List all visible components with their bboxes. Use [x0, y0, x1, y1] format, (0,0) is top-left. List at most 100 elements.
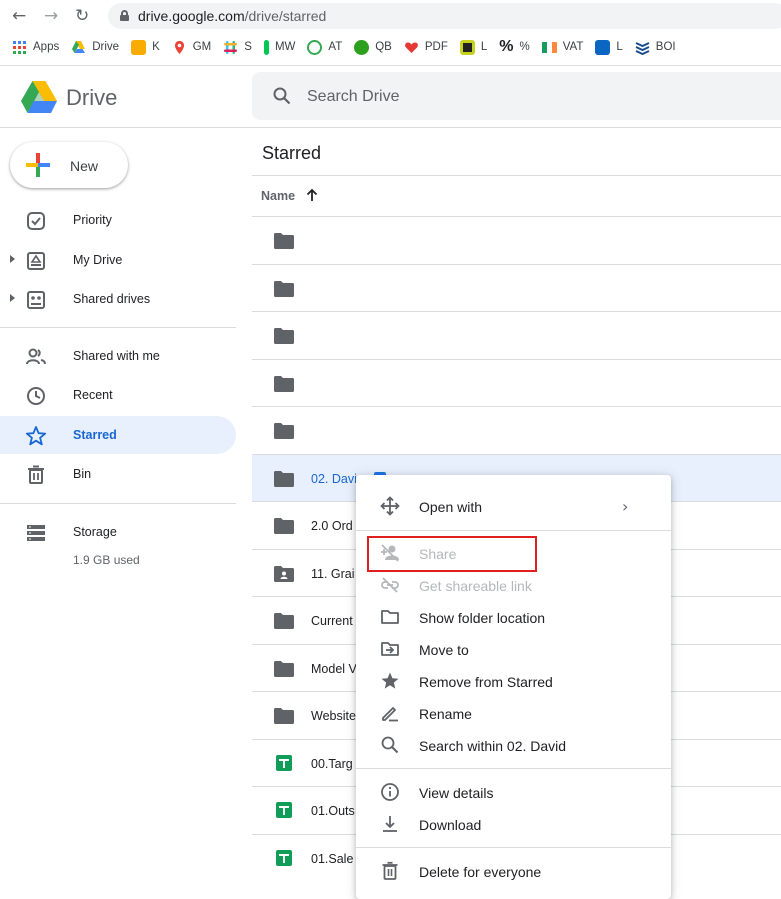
file-row[interactable] — [252, 407, 781, 454]
bookmark-label: PDF — [424, 41, 448, 53]
menu-item-delete-for-everyone[interactable]: Delete for everyone — [356, 855, 671, 887]
bookmark-percent[interactable]: %% — [499, 38, 529, 56]
sidebar-item-label: My Drive — [73, 253, 123, 267]
file-name: 01.Outs — [311, 804, 355, 818]
divider — [0, 503, 236, 504]
folder-icon — [274, 660, 294, 677]
bookmark-l[interactable]: L — [459, 39, 487, 55]
back-arrow-icon[interactable]: ← — [12, 6, 26, 26]
sidebar-item-label: Bin — [73, 467, 92, 481]
storage-icon — [27, 525, 45, 541]
menu-item-rename[interactable]: Rename — [356, 697, 671, 729]
file-row[interactable] — [252, 360, 781, 407]
menu-item-label: Search within 02. David — [419, 738, 567, 754]
bookmark-drive[interactable]: Drive — [71, 40, 119, 55]
menu-item-label: View details — [419, 785, 494, 801]
search-icon[interactable] — [272, 86, 292, 106]
file-row[interactable] — [252, 265, 781, 312]
chevron-right-icon: › — [622, 497, 629, 516]
folder-icon — [274, 375, 294, 392]
sidebar-item-storage[interactable]: Storage — [0, 513, 236, 551]
bookmark-k[interactable]: K — [131, 39, 160, 55]
expand-arrow-icon[interactable] — [10, 255, 15, 263]
bookmark-s[interactable]: S — [223, 40, 252, 55]
bookmark-label: GM — [192, 41, 212, 53]
my-drive-icon — [27, 252, 45, 270]
plus-icon — [26, 153, 50, 177]
folder-icon — [274, 328, 294, 344]
folder-icon — [274, 423, 294, 439]
drive-favicon-icon — [72, 40, 86, 53]
menu-item-search-within[interactable]: Search within 02. David — [356, 729, 671, 761]
menu-item-label: Get shareable link — [419, 578, 532, 594]
percent-favicon-icon: % — [499, 38, 514, 55]
expand-arrow-icon[interactable] — [10, 294, 15, 302]
sidebar-item-shared-with-me[interactable]: Shared with me — [0, 337, 236, 375]
forward-arrow-icon[interactable]: → — [44, 6, 58, 26]
divider — [252, 175, 781, 176]
new-button[interactable]: New — [10, 142, 128, 188]
file-name: 2.0 Ord — [311, 519, 353, 533]
sidebar-item-recent[interactable]: Recent — [0, 376, 236, 414]
menu-item-get-link[interactable]: Get shareable link — [356, 569, 671, 601]
bookmark-label: VAT — [562, 41, 584, 53]
folder-icon — [274, 280, 294, 297]
menu-item-open-with[interactable]: Open with › — [356, 490, 671, 522]
bookmark-boi[interactable]: BOI — [635, 40, 676, 55]
bookmark-label: S — [244, 41, 252, 53]
heart-favicon-icon — [404, 41, 418, 53]
menu-item-show-folder-location[interactable]: Show folder location — [356, 601, 671, 633]
sidebar-item-priority[interactable]: Priority — [0, 201, 236, 239]
menu-item-download[interactable]: Download — [356, 808, 671, 840]
shared-drives-icon — [27, 291, 45, 309]
menu-item-move-to[interactable]: Move to — [356, 633, 671, 665]
menu-item-label: Delete for everyone — [419, 864, 542, 880]
bookmark-at[interactable]: AT — [307, 39, 343, 55]
sidebar-item-bin[interactable]: Bin — [0, 455, 236, 493]
sort-ascending-icon[interactable] — [305, 188, 319, 202]
folder-icon — [274, 613, 294, 629]
bookmark-qb[interactable]: QB — [354, 39, 392, 55]
sidebar-item-label: Priority — [73, 213, 112, 227]
reload-icon[interactable]: ↻ — [75, 6, 89, 26]
search-icon — [381, 736, 399, 754]
file-row[interactable] — [252, 217, 781, 264]
column-header-name[interactable]: Name — [261, 189, 295, 203]
file-name: Website — [311, 709, 356, 723]
bookmark-linkedin[interactable]: L — [595, 39, 623, 55]
file-row[interactable] — [252, 312, 781, 359]
file-name: 01.Sale — [311, 851, 354, 866]
bookmarks-bar: Apps Drive K GM S MW AT QB PDF L %% VAT … — [0, 34, 781, 60]
folder-icon — [274, 470, 294, 487]
clock-icon — [27, 387, 45, 405]
share-highlight-annotation — [367, 536, 537, 572]
bookmark-label: K — [152, 41, 160, 53]
bin-icon — [28, 465, 44, 484]
bookmark-apps[interactable]: Apps — [12, 40, 59, 55]
shared-with-me-icon — [26, 348, 46, 365]
url-text: drive.google.com/drive/starred — [138, 8, 327, 24]
info-icon — [381, 783, 399, 801]
pencil-icon — [382, 707, 398, 722]
address-bar[interactable]: drive.google.com/drive/starred — [108, 3, 781, 29]
menu-item-label: Show folder location — [419, 610, 546, 626]
menu-item-view-details[interactable]: View details — [356, 776, 671, 808]
bookmark-gm[interactable]: GM — [172, 40, 212, 55]
sidebar-item-shared-drives[interactable]: Shared drives — [0, 280, 236, 318]
sheets-icon — [276, 802, 296, 818]
bookmark-pdf[interactable]: PDF — [404, 40, 448, 55]
sidebar-item-starred[interactable]: Starred — [0, 416, 236, 454]
menu-item-remove-from-starred[interactable]: Remove from Starred — [356, 665, 671, 697]
sidebar-item-label: Recent — [73, 388, 113, 402]
menu-item-label: Open with — [419, 499, 483, 515]
bookmark-mw[interactable]: MW — [263, 39, 295, 55]
sidebar-item-my-drive[interactable]: My Drive — [0, 241, 236, 279]
menu-item-label: Remove from Starred — [419, 674, 553, 690]
bookmark-vat[interactable]: VAT — [541, 40, 584, 55]
page-title: Starred — [262, 143, 322, 163]
file-name: Current — [311, 614, 353, 628]
search-input[interactable] — [307, 86, 707, 108]
bookmark-label: AT — [328, 41, 343, 53]
lock-icon — [120, 10, 129, 21]
search-bar[interactable] — [252, 72, 781, 120]
